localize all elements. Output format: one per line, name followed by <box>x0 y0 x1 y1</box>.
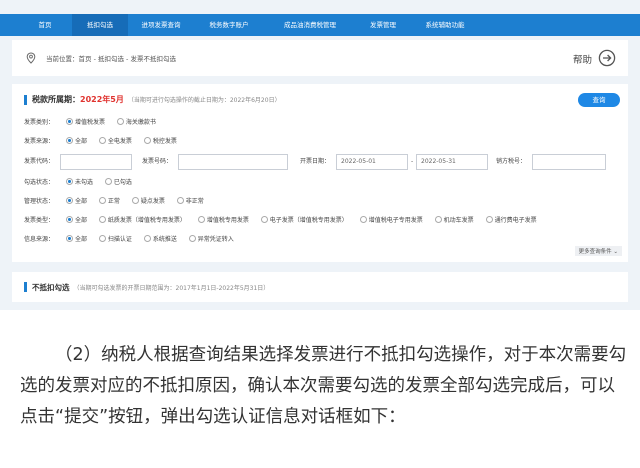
deadline-note: （当期可进行勾选操作的截止日期为：2022年6月20日） <box>127 97 281 104</box>
radio-customs-payment[interactable]: 海关缴款书 <box>116 117 156 129</box>
radio-mgmt-all[interactable]: 全部 <box>65 196 87 208</box>
radio-mgmt-abnormal[interactable]: 非正常 <box>176 196 204 208</box>
radio-unchecked[interactable]: 未勾选 <box>65 177 93 189</box>
radio-info-push[interactable]: 系统推送 <box>143 234 177 246</box>
top-navigation: 首页 抵扣勾选 进项发票查询 税务数字账户 成品油消费税管理 发票管理 系统辅助… <box>0 14 640 36</box>
non-deduction-panel: 不抵扣勾选 （当期可勾选发票的开票日期范围为：2017年1月1日-2022年5月3… <box>12 272 628 302</box>
date-separator: - <box>411 158 414 165</box>
radio-mgmt-suspicious[interactable]: 疑点发票 <box>131 196 165 208</box>
nav-item-oil-tax[interactable]: 成品油消费税管理 <box>264 14 356 36</box>
radio-info-all[interactable]: 全部 <box>65 234 87 246</box>
invoice-type-row: 发票类型： 全部 纸质发票（增值税专用发票） 增值税专用发票 电子发票（增值税专… <box>24 215 537 227</box>
radio-type-vat-special[interactable]: 增值税专用发票 <box>197 215 249 227</box>
radio-source-tax-control[interactable]: 税控发票 <box>143 136 177 148</box>
radio-vat-invoice[interactable]: 增值税发票 <box>65 117 105 129</box>
section-marker <box>24 95 27 105</box>
date-range-note: （当期可勾选发票的开票日期范围为：2017年1月1日-2022年5月31日） <box>73 285 270 292</box>
breadcrumb: 当前位置：首页 - 抵扣勾选 - 发票不抵扣勾选 <box>46 55 176 63</box>
tax-period-title: 税款所属期：2022年5月 （当期可进行勾选操作的截止日期为：2022年6月20日… <box>32 95 281 104</box>
radio-checked[interactable]: 已勾选 <box>104 177 132 189</box>
invoice-code-input[interactable] <box>60 154 132 170</box>
radio-info-scan[interactable]: 扫描认证 <box>98 234 132 246</box>
info-source-row: 信息来源： 全部 扫描认证 系统推送 异常凭证转入 <box>24 234 234 246</box>
nav-item-tax-digital-account[interactable]: 税务数字账户 <box>194 14 264 36</box>
seller-tax-id-label: 销方税号： <box>496 158 527 165</box>
tax-period-value: 2022年5月 <box>80 95 124 104</box>
check-status-row: 勾选状态： 未勾选 已勾选 <box>24 177 132 189</box>
radio-source-all[interactable]: 全部 <box>65 136 87 148</box>
radio-source-full-electronic[interactable]: 全电发票 <box>98 136 132 148</box>
nav-item-auxiliary-functions[interactable]: 系统辅助功能 <box>410 14 480 36</box>
screenshot-area: 首页 抵扣勾选 进项发票查询 税务数字账户 成品油消费税管理 发票管理 系统辅助… <box>0 0 640 310</box>
nav-item-invoice-management[interactable]: 发票管理 <box>356 14 410 36</box>
radio-type-all[interactable]: 全部 <box>65 215 87 227</box>
instruction-paragraph: （2）纳税人根据查询结果选择发票进行不抵扣勾选操作，对于本次需要勾选的发票对应的… <box>20 345 627 427</box>
nav-item-input-invoice-query[interactable]: 进项发票查询 <box>128 14 194 36</box>
radio-info-abnormal[interactable]: 异常凭证转入 <box>188 234 234 246</box>
nav-item-home[interactable]: 首页 <box>18 14 72 36</box>
seller-tax-id-input[interactable] <box>532 154 606 170</box>
date-to-input[interactable]: 2022-05-31 <box>416 154 488 170</box>
invoice-number-label: 发票号码： <box>142 158 173 165</box>
help-button[interactable]: 帮助 <box>556 49 616 67</box>
invoice-source-row: 发票来源： 全部 全电发票 税控发票 <box>24 136 177 148</box>
location-pin-icon <box>26 52 36 64</box>
non-deduction-title: 不抵扣勾选 （当期可勾选发票的开票日期范围为：2017年1月1日-2022年5月3… <box>32 283 270 292</box>
invoice-category-row: 发票类别： 增值税发票 海关缴款书 <box>24 117 156 129</box>
invoice-number-input[interactable] <box>178 154 288 170</box>
breadcrumb-bar: 当前位置：首页 - 抵扣勾选 - 发票不抵扣勾选 帮助 <box>12 40 628 76</box>
radio-mgmt-normal[interactable]: 正常 <box>98 196 120 208</box>
more-conditions-button[interactable]: 更多查询条件 ⌄ <box>574 246 622 256</box>
date-from-input[interactable]: 2022-05-01 <box>336 154 408 170</box>
management-status-row: 管理状态： 全部 正常 疑点发票 非正常 <box>24 196 204 208</box>
issue-date-label: 开票日期： <box>300 158 331 165</box>
radio-type-paper-special[interactable]: 纸质发票（增值税专用发票） <box>98 215 186 227</box>
radio-type-vat-e-special[interactable]: 增值税电子专用发票 <box>359 215 423 227</box>
query-panel: 税款所属期：2022年5月 （当期可进行勾选操作的截止日期为：2022年6月20日… <box>12 84 628 262</box>
radio-type-toll[interactable]: 通行费电子发票 <box>485 215 537 227</box>
nav-item-deduction-check[interactable]: 抵扣勾选 <box>72 14 128 36</box>
invoice-code-label: 发票代码： <box>24 158 55 165</box>
query-button[interactable]: 查询 <box>578 93 620 107</box>
radio-type-vehicle[interactable]: 机动车发票 <box>434 215 474 227</box>
help-label: 帮助 <box>572 55 592 66</box>
radio-type-electronic-special[interactable]: 电子发票（增值税专用发票） <box>260 215 348 227</box>
section-marker <box>24 282 27 292</box>
arrow-right-circle-icon <box>598 49 616 67</box>
